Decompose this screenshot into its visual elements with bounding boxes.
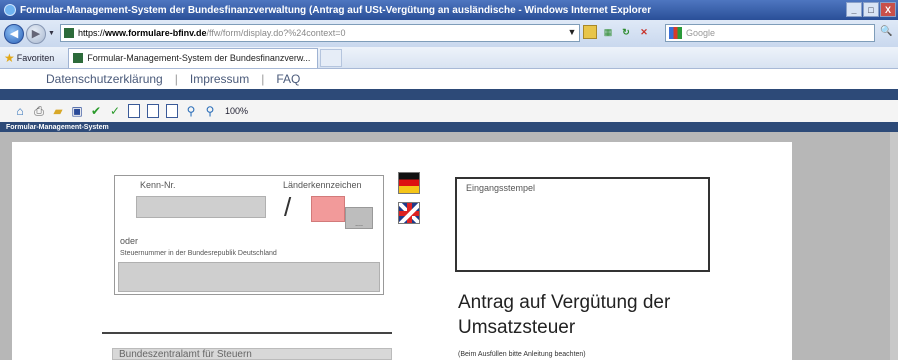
- tab-favicon-icon: [73, 53, 84, 63]
- kenn-nr-field[interactable]: [136, 196, 266, 218]
- url-scheme: https://: [78, 28, 106, 38]
- nav-separator: |: [174, 72, 178, 86]
- document-icon[interactable]: [126, 103, 142, 119]
- steuernummer-field[interactable]: [118, 262, 380, 292]
- window-title-bar: Formular-Management-System der Bundesfin…: [0, 0, 898, 20]
- nav-separator: |: [261, 72, 265, 86]
- url-host: www.formulare-bfinv.de: [105, 28, 207, 38]
- german-flag-icon[interactable]: [398, 172, 420, 194]
- refresh-icon[interactable]: ↻: [619, 25, 633, 39]
- minimize-button[interactable]: _: [846, 2, 862, 17]
- print-icon[interactable]: ⎙: [31, 103, 47, 119]
- favorites-star-icon[interactable]: ★: [4, 51, 15, 65]
- google-icon: [669, 27, 682, 39]
- zoom-level: 100%: [225, 106, 249, 116]
- document-export-icon[interactable]: [164, 103, 180, 119]
- laenderkennzeichen-label: Länderkennzeichen: [283, 180, 362, 190]
- system-header: Formular-Management-System: [0, 122, 898, 132]
- steuernummer-label: Steuernummer in der Bundesrepublik Deuts…: [120, 250, 277, 257]
- office-field[interactable]: Bundeszentralamt für Steuern: [112, 348, 392, 360]
- form-toolbar: ⌂ ⎙ ▰ ▣ ✔ ✓ ⚲ ⚲ 100%: [0, 100, 898, 122]
- zoom-in-icon[interactable]: ⚲: [183, 103, 199, 119]
- link-impressum[interactable]: Impressum: [190, 72, 249, 86]
- slash-separator: /: [284, 192, 292, 222]
- address-tools: ▼ ▦ ↻ ✕: [565, 25, 651, 39]
- browser-tab[interactable]: Formular-Management-System der Bundesfin…: [68, 47, 319, 68]
- forward-button[interactable]: ▶: [26, 23, 46, 44]
- form-heading: Antrag auf Vergütung der Umsatzsteuer: [458, 292, 671, 338]
- maximize-button[interactable]: □: [863, 2, 879, 17]
- validate-icon[interactable]: ✓: [107, 103, 123, 119]
- search-input[interactable]: Google: [665, 24, 875, 42]
- history-dropdown-icon[interactable]: ▼: [48, 30, 55, 37]
- search-placeholder: Google: [686, 28, 716, 38]
- link-faq[interactable]: FAQ: [276, 72, 300, 86]
- home-icon[interactable]: ⌂: [12, 103, 28, 119]
- header-divider-bar: [0, 89, 898, 100]
- check-icon[interactable]: ✔: [88, 103, 104, 119]
- url-path: /ffw/form/display.do?%24context=0: [206, 28, 346, 38]
- instructions-note: (Beim Ausfüllen bitte Anleitung beachten…: [458, 351, 586, 358]
- new-tab-button[interactable]: [320, 48, 343, 67]
- address-dropdown-icon[interactable]: ▼: [565, 25, 579, 39]
- laenderkennzeichen-field[interactable]: [311, 196, 345, 222]
- site-favicon-icon: [64, 28, 74, 38]
- address-input[interactable]: https:// www.formulare-bfinv.de /ffw/for…: [60, 24, 580, 42]
- close-button[interactable]: X: [880, 2, 896, 17]
- vertical-scrollbar[interactable]: [890, 132, 898, 360]
- favorites-bar: ★ Favoriten Formular-Management-System d…: [0, 47, 898, 69]
- open-folder-icon[interactable]: ▰: [50, 103, 66, 119]
- favorites-label[interactable]: Favoriten: [17, 53, 55, 63]
- eingangsstempel-label: Eingangsstempel: [466, 183, 536, 193]
- internet-explorer-icon: [4, 4, 16, 16]
- zoom-out-icon[interactable]: ⚲: [202, 103, 218, 119]
- save-icon[interactable]: ▣: [69, 103, 85, 119]
- kenn-nr-label: Kenn-Nr.: [140, 180, 176, 190]
- stop-icon[interactable]: ✕: [637, 25, 651, 39]
- lock-icon[interactable]: [583, 25, 597, 39]
- country-lookup-button[interactable]: ....: [345, 207, 373, 229]
- site-navigation: Datenschutzerklärung | Impressum | FAQ: [0, 69, 898, 89]
- back-button[interactable]: ◀: [4, 23, 24, 44]
- address-bar-row: ◀ ▶ ▼ https:// www.formulare-bfinv.de /f…: [0, 20, 898, 47]
- link-datenschutz[interactable]: Datenschutzerklärung: [46, 72, 163, 86]
- document-save-icon[interactable]: [145, 103, 161, 119]
- english-flag-icon[interactable]: [398, 202, 420, 224]
- search-icon[interactable]: 🔍: [880, 26, 892, 37]
- window-title: Formular-Management-System der Bundesfin…: [20, 4, 652, 16]
- oder-label: oder: [120, 236, 139, 246]
- tab-title: Formular-Management-System der Bundesfin…: [87, 53, 311, 63]
- section-divider: [102, 332, 392, 334]
- compatibility-icon[interactable]: ▦: [601, 25, 615, 39]
- window-controls: _ □ X: [846, 2, 896, 17]
